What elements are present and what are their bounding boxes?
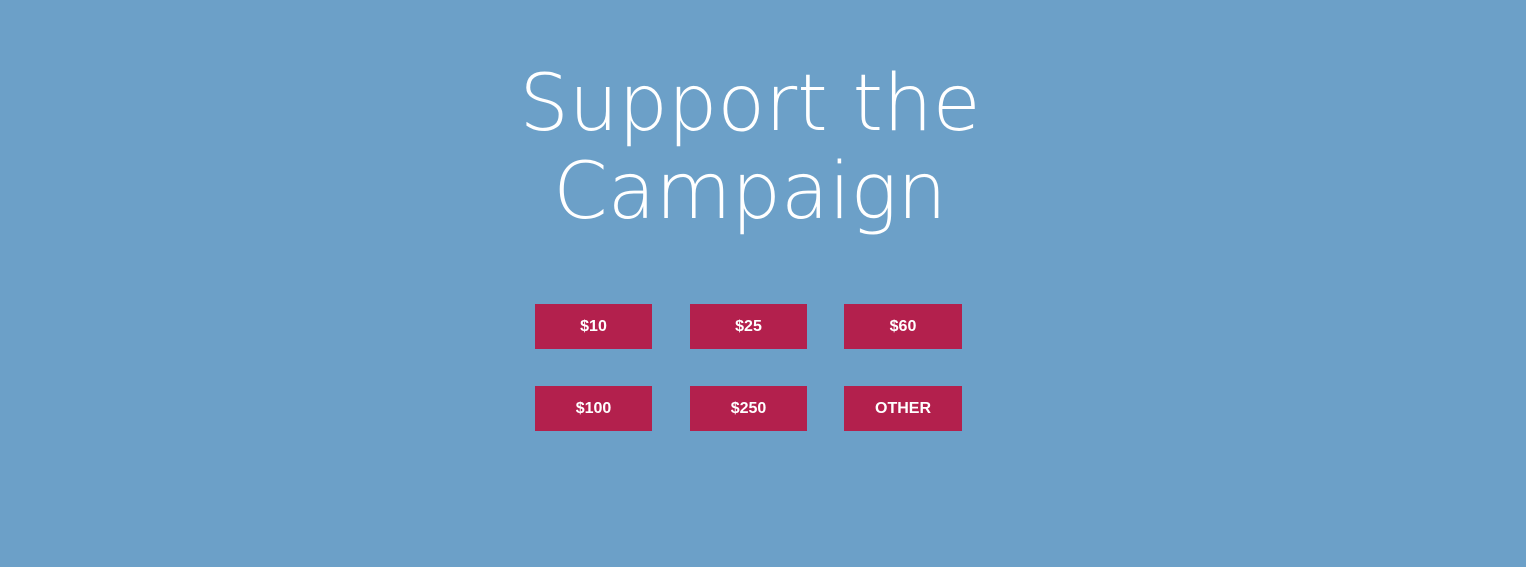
donate-25-button[interactable]: $25 [690, 304, 807, 349]
page-title-line-1: Support the [519, 59, 981, 149]
donate-100-button[interactable]: $100 [535, 386, 652, 431]
donate-60-button[interactable]: $60 [844, 304, 962, 349]
donate-other-button[interactable]: OTHER [844, 386, 962, 431]
donate-10-button[interactable]: $10 [535, 304, 652, 349]
page-title-line-2: Campaign [553, 147, 947, 237]
donate-250-button[interactable]: $250 [690, 386, 807, 431]
donation-section: Support the Campaign $10 $25 $60 $100 $2… [0, 0, 1526, 567]
